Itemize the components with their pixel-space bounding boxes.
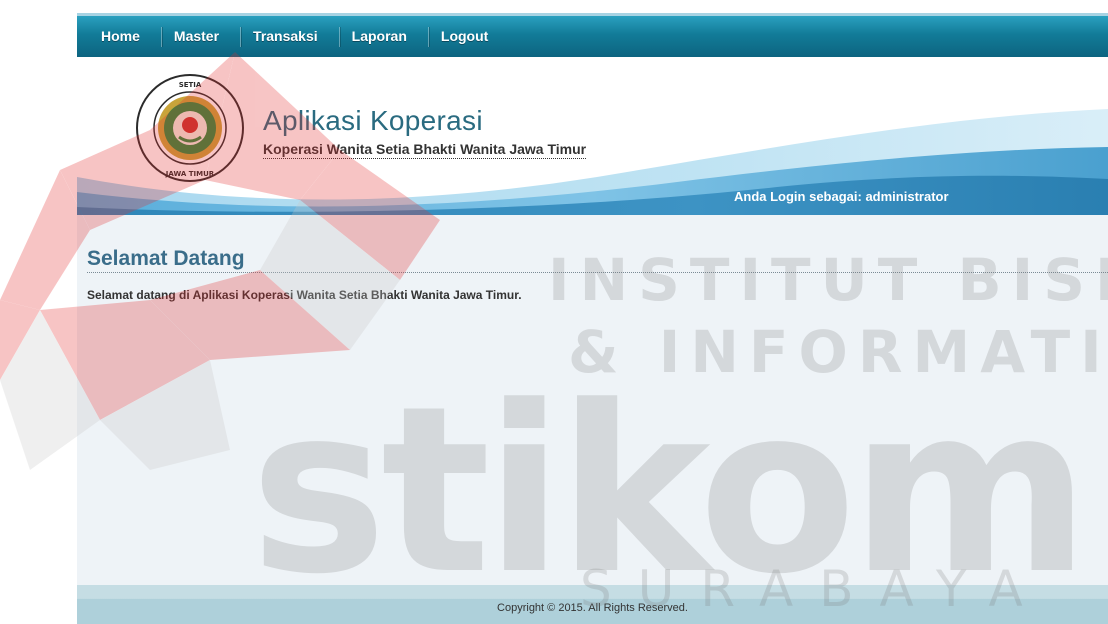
top-navbar: Home Master Transaksi Laporan Logout [77, 13, 1108, 57]
login-status: Anda Login sebagai: administrator [734, 189, 949, 204]
welcome-message: Selamat datang di Aplikasi Koperasi Wani… [87, 288, 522, 302]
app-subtitle: Koperasi Wanita Setia Bhakti Wanita Jawa… [263, 141, 587, 159]
svg-text:★: ★ [189, 80, 192, 84]
nav-item-logout[interactable]: Logout [429, 16, 509, 57]
svg-text:JAWA TIMUR: JAWA TIMUR [165, 170, 215, 178]
nav-item-transaksi[interactable]: Transaksi [241, 16, 339, 57]
page-container: Home Master Transaksi Laporan Logout SET… [77, 13, 1108, 624]
copyright-text: Copyright © 2015. All Rights Reserved. [497, 602, 688, 614]
nav-item-laporan[interactable]: Laporan [340, 16, 428, 57]
main-content: Selamat Datang Selamat datang di Aplikas… [77, 215, 1108, 585]
nav-item-master[interactable]: Master [162, 16, 240, 57]
koperasi-logo: SETIA JAWA TIMUR ★ [136, 74, 244, 182]
nav-item-home[interactable]: Home [89, 16, 161, 57]
heading-divider [87, 272, 1108, 273]
site-header: SETIA JAWA TIMUR ★ Aplikasi Koperasi Kop… [77, 57, 1108, 215]
site-footer: Copyright © 2015. All Rights Reserved. [77, 585, 1108, 624]
app-title: Aplikasi Koperasi [263, 105, 483, 136]
nav-menu: Home Master Transaksi Laporan Logout [89, 16, 509, 57]
page-title: Selamat Datang [87, 247, 245, 270]
